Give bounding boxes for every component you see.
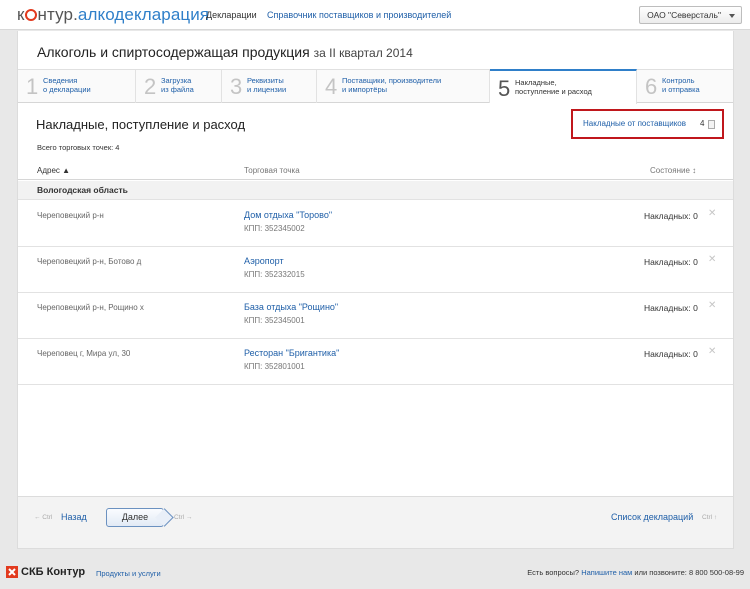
contact-info: Есть вопросы? Напишите нам или позвоните… (527, 568, 744, 577)
step-number: 4 (325, 74, 338, 99)
table-row: Череповецкий р-н, Ботово д Аэропорт КПП:… (18, 247, 733, 293)
skb-kontur-logo-icon (6, 566, 18, 578)
step-number: 2 (144, 74, 157, 99)
page-title-period: за II квартал 2014 (313, 46, 413, 60)
logo-product: алкодекларация (77, 5, 210, 24)
logo-prefix: к (17, 5, 25, 24)
step-label: Поставщики, производители и импортёры (342, 76, 442, 94)
organization-name: ОАО "Северсталь" (647, 10, 721, 20)
row-address: Череповецкий р-н, Ботово д (37, 257, 142, 266)
column-point: Торговая точка (244, 166, 300, 175)
page-title-main: Алкоголь и спиртосодержащая продукция (37, 44, 310, 60)
row-state: Накладных: 0 (644, 303, 698, 313)
declarations-shortcut-hint: Ctrl ↑ (702, 514, 718, 521)
products-link[interactable]: Продукты и услуги (96, 569, 161, 578)
step-1[interactable]: 1 Сведения о декларации (18, 70, 136, 103)
table-row: Череповец г, Мира ул, 30 Ресторан "Брига… (18, 339, 733, 385)
next-button[interactable]: Далее (106, 508, 164, 527)
logo-suffix: нтур. (37, 5, 78, 24)
supplier-invoices-count: 4 (700, 119, 705, 128)
supplier-invoices-box: Накладные от поставщиков 4 (571, 109, 724, 139)
step-number: 1 (26, 74, 39, 99)
step-4[interactable]: 4 Поставщики, производители и импортёры (317, 70, 490, 103)
section-title: Накладные, поступление и расход (36, 117, 246, 132)
point-kpp: КПП: 352332015 (244, 270, 305, 279)
organization-dropdown[interactable]: ОАО "Северсталь" (639, 6, 742, 24)
close-icon[interactable]: ✕ (708, 208, 716, 219)
table-row: Череповецкий р-н Дом отдыха "Торово" КПП… (18, 201, 733, 247)
row-address: Череповецкий р-н, Рощино х (37, 303, 144, 312)
row-address: Череповец г, Мира ул, 30 (37, 349, 131, 358)
nav-suppliers-directory[interactable]: Справочник поставщиков и производителей (267, 10, 451, 20)
row-state: Накладных: 0 (644, 211, 698, 221)
main-panel: Алкоголь и спиртосодержащая продукция за… (17, 31, 734, 549)
step-3[interactable]: 3 Реквизиты и лицензии (222, 70, 317, 103)
nav-declarations[interactable]: Декларации (206, 10, 257, 20)
step-2[interactable]: 2 Загрузка из файла (136, 70, 222, 103)
point-link[interactable]: Дом отдыха "Торово" (244, 210, 332, 220)
step-label: Реквизиты и лицензии (247, 76, 287, 94)
back-link[interactable]: Назад (61, 512, 87, 522)
row-state: Накладных: 0 (644, 257, 698, 267)
row-state: Накладных: 0 (644, 349, 698, 359)
point-kpp: КПП: 352801001 (244, 362, 305, 371)
row-address: Череповецкий р-н (37, 211, 104, 220)
step-number: 3 (230, 74, 243, 99)
chevron-down-icon (729, 14, 735, 18)
step-label: Контроль и отправка (662, 76, 700, 94)
step-6[interactable]: 6 Контроль и отправка (637, 70, 733, 103)
document-icon (708, 120, 715, 129)
supplier-invoices-link[interactable]: Накладные от поставщиков (583, 119, 686, 128)
point-kpp: КПП: 352345001 (244, 316, 305, 325)
contact-question: Есть вопросы? (527, 568, 580, 577)
logo-ring-icon (25, 9, 38, 21)
step-5[interactable]: 5 Накладные, поступление и расход (490, 69, 637, 104)
declarations-list-link[interactable]: Список деклараций (611, 512, 693, 522)
next-shortcut-hint: Ctrl → (174, 514, 193, 521)
wizard-navigation: ← Ctrl Назад Далее Ctrl → Список деклара… (18, 496, 733, 548)
write-us-link[interactable]: Напишите нам (581, 568, 632, 577)
table-header: Адрес ▲ Торговая точка Состояние ↕ (18, 162, 733, 180)
step-label: Загрузка из файла (161, 76, 194, 94)
point-link[interactable]: Аэропорт (244, 256, 284, 266)
column-state-sort[interactable]: Состояние ↕ (650, 166, 696, 175)
point-kpp: КПП: 352345002 (244, 224, 305, 233)
contact-phone: или позвоните: 8 800 500-08-99 (634, 568, 744, 577)
page-footer: СКБ Контур Продукты и услуги Есть вопрос… (0, 556, 750, 589)
close-icon[interactable]: ✕ (708, 300, 716, 311)
region-group: Вологодская область (18, 181, 733, 200)
step-number: 5 (498, 76, 511, 101)
column-address-sort[interactable]: Адрес ▲ (37, 166, 70, 175)
top-bar: к нтур.алкодекларация Декларации Справочн… (0, 0, 750, 30)
kontur-logo[interactable]: к нтур.алкодекларация (17, 5, 209, 25)
close-icon[interactable]: ✕ (708, 346, 716, 357)
close-icon[interactable]: ✕ (708, 254, 716, 265)
point-link[interactable]: База отдыха "Рощино" (244, 302, 338, 312)
step-number: 6 (645, 74, 658, 99)
table-row: Череповецкий р-н, Рощино х База отдыха "… (18, 293, 733, 339)
points-total: Всего торговых точек: 4 (37, 143, 120, 152)
wizard-steps: 1 Сведения о декларации 2 Загрузка из файл… (18, 69, 733, 104)
back-shortcut-hint: ← Ctrl (34, 514, 53, 521)
skb-kontur-brand[interactable]: СКБ Контур (21, 566, 85, 578)
step-label: Сведения о декларации (43, 76, 91, 94)
point-link[interactable]: Ресторан "Бригантика" (244, 348, 339, 358)
step-label: Накладные, поступление и расход (515, 78, 592, 96)
region-name: Вологодская область (37, 185, 128, 195)
page-title: Алкоголь и спиртосодержащая продукция за… (37, 44, 413, 60)
